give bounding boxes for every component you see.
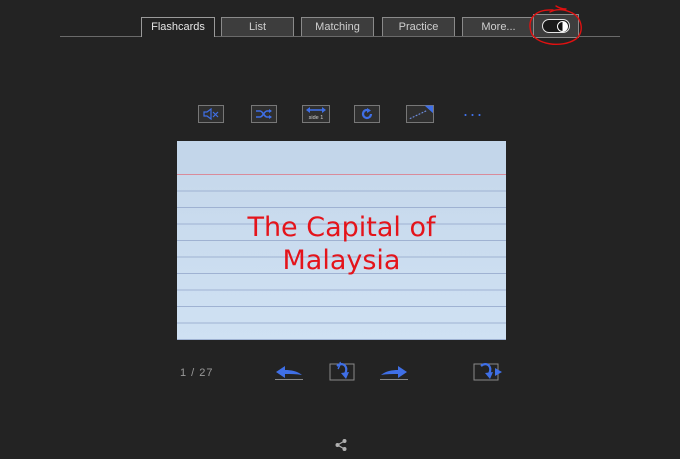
card-term-line-2: Malaysia bbox=[282, 245, 401, 276]
mute-button[interactable] bbox=[198, 105, 224, 123]
tab-matching[interactable]: Matching bbox=[301, 17, 374, 36]
refresh-icon bbox=[361, 108, 373, 120]
autoplay-button[interactable] bbox=[406, 105, 434, 123]
flip-card-icon bbox=[329, 361, 355, 381]
flashcard[interactable]: The Capital of Malaysia bbox=[177, 141, 506, 340]
theme-toggle-button[interactable] bbox=[533, 14, 579, 38]
flip-next-icon bbox=[473, 363, 502, 381]
card-term: The Capital of Malaysia bbox=[177, 211, 506, 277]
card-term-line-1: The Capital of bbox=[247, 212, 436, 243]
previous-card-button[interactable] bbox=[275, 362, 303, 382]
card-counter: 1 / 27 bbox=[180, 367, 214, 379]
shuffle-button[interactable] bbox=[251, 105, 277, 123]
flip-card-button[interactable] bbox=[328, 361, 356, 382]
flip-and-next-button[interactable] bbox=[472, 362, 502, 382]
contrast-toggle-icon[interactable] bbox=[542, 19, 570, 33]
tab-list[interactable]: List bbox=[221, 17, 294, 36]
more-options-button[interactable]: ··· bbox=[460, 105, 486, 123]
tab-practice[interactable]: Practice bbox=[382, 17, 455, 36]
share-icon[interactable] bbox=[334, 438, 348, 452]
ellipsis-icon: ··· bbox=[462, 104, 484, 124]
tab-flashcards[interactable]: Flashcards bbox=[141, 17, 215, 37]
side-label: side 1 bbox=[308, 115, 324, 121]
arrow-right-icon bbox=[380, 366, 408, 380]
speaker-muted-icon bbox=[203, 108, 219, 120]
side-switch-button[interactable]: side 1 bbox=[302, 105, 330, 123]
progress-arrow-icon bbox=[409, 105, 433, 120]
tab-bar: Flashcards List Matching Practice More..… bbox=[0, 0, 680, 46]
toggle-knob bbox=[557, 21, 568, 32]
restart-button[interactable] bbox=[354, 105, 380, 123]
arrow-left-icon bbox=[275, 366, 303, 380]
next-card-button[interactable] bbox=[380, 362, 408, 382]
shuffle-icon bbox=[256, 109, 272, 119]
tab-more[interactable]: More... bbox=[462, 17, 535, 36]
card-header-band bbox=[177, 141, 506, 175]
